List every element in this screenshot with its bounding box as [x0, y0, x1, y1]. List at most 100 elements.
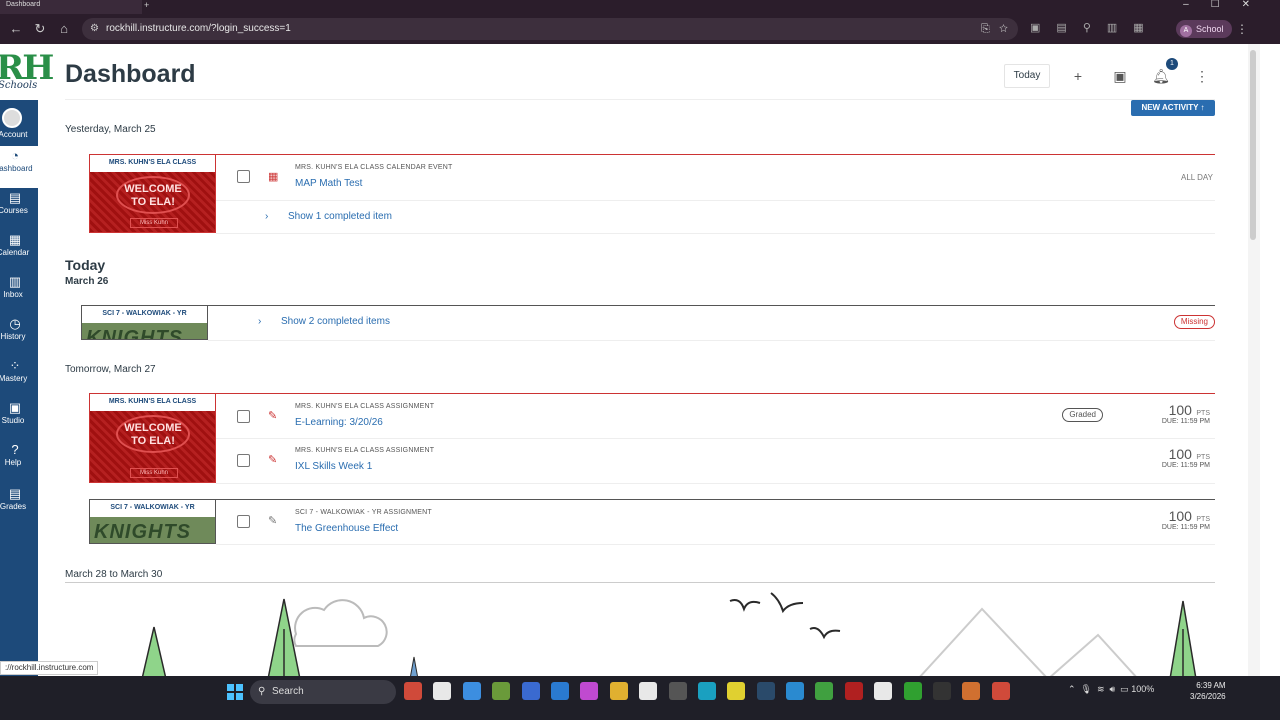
studio-icon: ▣	[8, 400, 22, 415]
chevron-right-icon[interactable]: ›	[258, 316, 261, 327]
course-card-ela[interactable]: MRS. KUHN'S ELA CLASS WELCOME TO ELA! Mi…	[89, 394, 216, 483]
nav-account[interactable]: Account	[0, 104, 38, 146]
app-icon[interactable]	[521, 682, 540, 700]
item-title-link[interactable]: E-Learning: 3/20/26	[295, 417, 383, 428]
folder-icon[interactable]	[609, 682, 628, 700]
chrome-icon[interactable]	[991, 682, 1010, 700]
range-divider	[65, 582, 1215, 583]
points-value: 100	[1168, 446, 1192, 462]
app-icon[interactable]	[844, 682, 863, 700]
address-bar[interactable]: ⚙ rockhill.instructure.com/?login_succes…	[82, 18, 1018, 40]
chrome-icon[interactable]	[462, 682, 481, 700]
planner-item: ✎ MRS. KUHN'S ELA CLASS ASSIGNMENT IXL S…	[216, 439, 1215, 484]
back-icon[interactable]: ←	[6, 19, 26, 39]
taskbar-search[interactable]: ⚲ Search	[250, 680, 396, 704]
nav-inbox[interactable]: ▥ Inbox	[0, 272, 38, 314]
school-logo[interactable]: RH Schools	[0, 44, 54, 100]
nav-help[interactable]: ? Help	[0, 440, 38, 482]
today-button[interactable]: Today	[1004, 64, 1050, 88]
browser-tab-strip: Dashboard + –☐✕	[0, 0, 1280, 14]
site-info-icon[interactable]: ⚙	[90, 18, 99, 40]
item-points: 100 PTS DUE: 11:59 PM	[1162, 508, 1210, 531]
new-tab-icon[interactable]: +	[144, 0, 149, 10]
app-icon[interactable]	[580, 682, 599, 700]
add-icon[interactable]: +	[1066, 64, 1090, 88]
outlook-icon[interactable]	[550, 682, 569, 700]
weekly-view-icon[interactable]: ▣	[1108, 64, 1132, 88]
chrome-icon[interactable]	[404, 682, 422, 700]
course-card-title: SCI 7 - WALKOWIAK - YR	[90, 500, 215, 517]
window-controls[interactable]: –☐✕	[1183, 0, 1272, 10]
windows-start-icon[interactable]	[227, 684, 243, 700]
complete-checkbox[interactable]	[237, 170, 250, 183]
item-title-link[interactable]: IXL Skills Week 1	[295, 461, 372, 472]
browser-tab[interactable]: Dashboard	[0, 0, 142, 14]
header-divider	[65, 99, 1215, 100]
points-value: 100	[1168, 402, 1192, 418]
group-divider	[208, 340, 1215, 341]
item-title-link[interactable]: MAP Math Test	[295, 178, 362, 189]
bookmark-star-icon[interactable]: ⎘ ☆	[981, 18, 1008, 40]
nav-label: History	[0, 332, 26, 341]
profile-avatar: A	[1180, 25, 1192, 37]
app-icon[interactable]	[815, 682, 834, 700]
nav-label: Grades	[0, 502, 27, 511]
browser-menu-icon[interactable]: ⋮	[1236, 22, 1248, 36]
nav-label: Dashboard	[0, 164, 33, 173]
course-card-sci[interactable]: SCI 7 - WALKOWIAK - YR KNIGHTS	[81, 306, 208, 340]
home-icon[interactable]: ⌂	[54, 19, 74, 39]
complete-checkbox[interactable]	[237, 515, 250, 528]
course-image: KNIGHTS	[90, 517, 215, 543]
show-completed-link[interactable]: Show 1 completed item	[288, 211, 392, 222]
points-value: 100	[1168, 508, 1192, 524]
edge-icon[interactable]	[697, 682, 716, 700]
reload-icon[interactable]: ↻	[30, 19, 50, 39]
nav-mastery[interactable]: ⁘ Mastery	[0, 356, 38, 398]
new-activity-button[interactable]: NEW ACTIVITY ↑	[1131, 100, 1215, 116]
nav-studio[interactable]: ▣ Studio	[0, 398, 38, 440]
nav-grades[interactable]: ▤ Grades	[0, 484, 38, 526]
store-icon[interactable]	[668, 682, 687, 700]
day-heading-yesterday: Yesterday, March 25	[65, 124, 156, 135]
complete-checkbox[interactable]	[237, 454, 250, 467]
xbox-icon[interactable]	[903, 682, 922, 700]
file-icon[interactable]	[639, 682, 658, 700]
nav-calendar[interactable]: ▦ Calendar	[0, 230, 38, 272]
profile-button[interactable]: A School	[1176, 20, 1232, 38]
steam-icon[interactable]	[756, 682, 775, 700]
app-icon[interactable]	[933, 682, 952, 700]
app-icon[interactable]	[962, 682, 981, 700]
course-card-sci[interactable]: SCI 7 - WALKOWIAK - YR KNIGHTS	[89, 500, 216, 544]
grades-icon: ▤	[8, 486, 22, 501]
item-title-link[interactable]: The Greenhouse Effect	[295, 523, 398, 534]
main-content: Dashboard Today + ▣ 🔔︎ 1 ⋮ NEW ACTIVITY …	[38, 44, 1248, 676]
system-clock[interactable]: 6:39 AM 3/26/2026	[1190, 680, 1226, 702]
missing-badge: Missing	[1173, 315, 1215, 329]
taskbar-app-icons[interactable]	[404, 682, 1021, 705]
file-icon[interactable]	[433, 682, 452, 700]
app-icon[interactable]	[492, 682, 511, 700]
app-icon[interactable]	[786, 682, 805, 700]
chevron-right-icon[interactable]: ›	[265, 211, 268, 222]
nav-courses[interactable]: ▤ Courses	[0, 188, 38, 230]
app-icon[interactable]	[727, 682, 746, 700]
more-options-icon[interactable]: ⋮	[1190, 64, 1214, 88]
course-image-text: KNIGHTS	[94, 521, 191, 543]
browser-toolbar: ← ↻ ⌂ ⚙ rockhill.instructure.com/?login_…	[0, 14, 1280, 44]
planner-item: ✎ SCI 7 - WALKOWIAK - YR ASSIGNMENT The …	[216, 500, 1215, 545]
course-card-title: MRS. KUHN'S ELA CLASS	[90, 394, 215, 411]
search-placeholder: Search	[272, 686, 304, 697]
logo-subtext: Schools	[0, 80, 38, 91]
scrollbar-thumb[interactable]	[1250, 50, 1256, 240]
complete-checkbox[interactable]	[237, 410, 250, 423]
nav-history[interactable]: ◷ History	[0, 314, 38, 356]
system-tray[interactable]: ⌃ 🎙︎ ≋ 🔊︎ ▭ 100%	[1068, 684, 1154, 695]
show-completed-link[interactable]: Show 2 completed items	[281, 316, 390, 327]
item-context: MRS. KUHN'S ELA CLASS ASSIGNMENT	[295, 447, 435, 454]
nav-label: Calendar	[0, 248, 30, 257]
nav-dashboard[interactable]: ◔Dashboard	[0, 146, 38, 188]
course-image-signature: Miss Kuhn	[130, 218, 178, 228]
course-card-ela[interactable]: MRS. KUHN'S ELA CLASS WELCOME TO ELA! Mi…	[89, 155, 216, 233]
app-icon[interactable]	[874, 682, 893, 700]
extension-icons[interactable]: ▣ ▤ ⚲ ▥ ▦	[1030, 21, 1160, 34]
